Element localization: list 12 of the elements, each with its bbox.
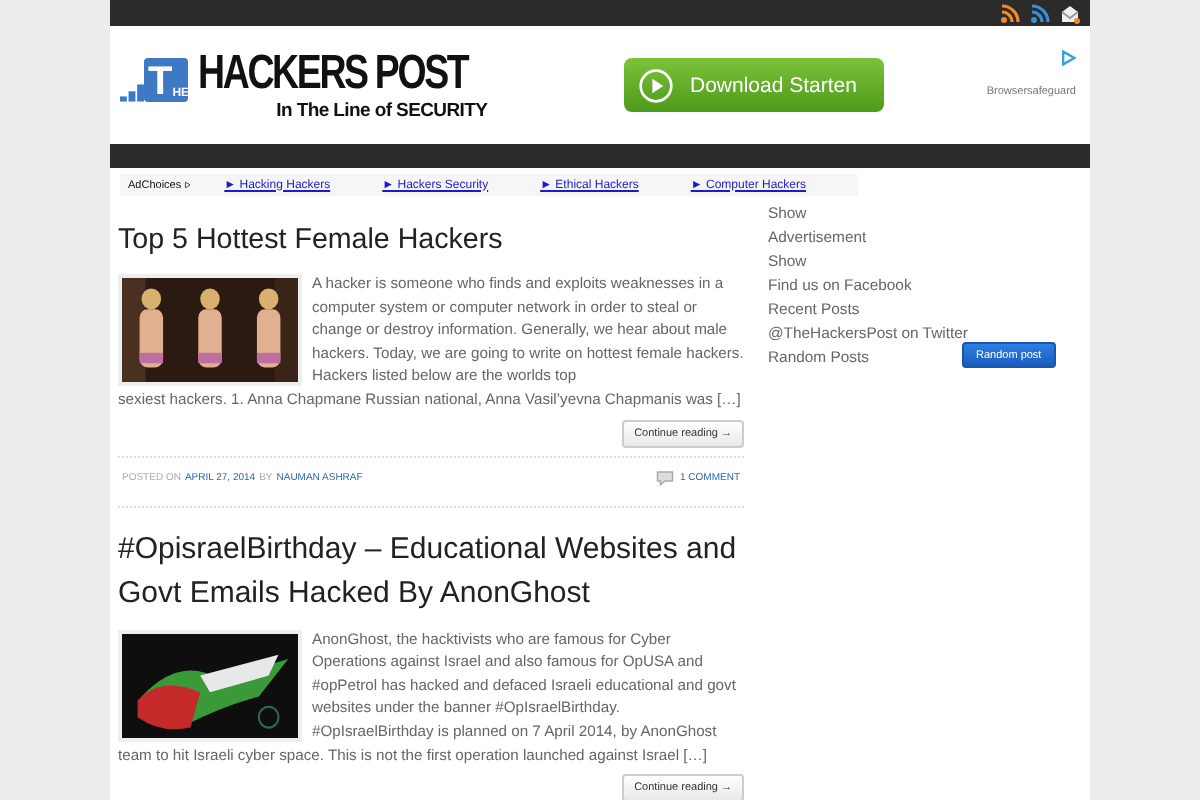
site-tagline: In The Line of SECURITY xyxy=(276,99,490,121)
comment-icon xyxy=(656,469,674,486)
mail-icon[interactable] xyxy=(1060,3,1080,23)
post-title[interactable]: Top 5 Hottest Female Hackers xyxy=(118,220,744,260)
rss-icon[interactable] xyxy=(1030,3,1050,23)
adchoices-icon[interactable] xyxy=(183,180,191,190)
play-icon xyxy=(638,67,674,103)
post-title[interactable]: #OpisraelBirthday – Educational Websites and Govt Emails Hacked By AnonGhost xyxy=(118,527,744,616)
logo-letter: T xyxy=(148,61,173,101)
site-name: HACKERS POST xyxy=(198,49,468,97)
adchoices-icon[interactable] xyxy=(1060,49,1076,65)
rss-icon[interactable] xyxy=(1000,3,1020,23)
